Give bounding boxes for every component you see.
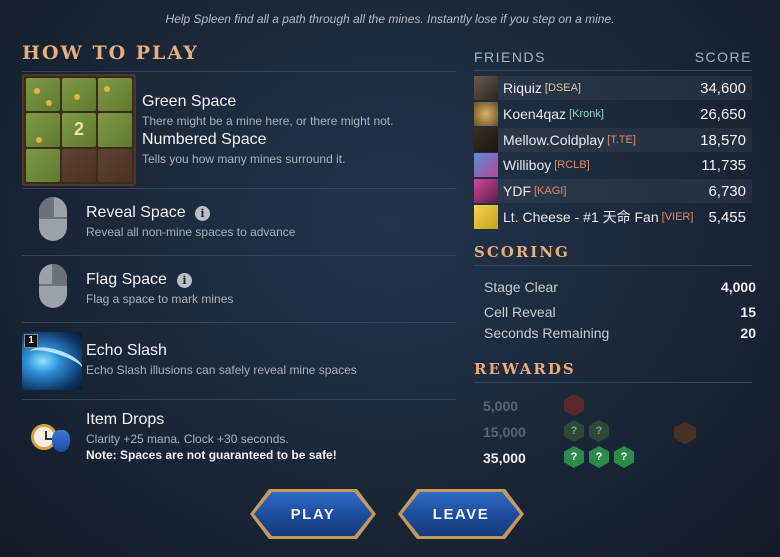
friend-row[interactable]: Koen4qaz [Kronk] 26,650: [474, 102, 752, 126]
green-cell: [62, 78, 96, 112]
leave-button-label[interactable]: LEAVE: [402, 492, 520, 536]
green-cell: [26, 148, 60, 182]
green-space-title: Green Space: [142, 93, 237, 110]
divider: [474, 70, 752, 71]
info-icon[interactable]: i: [177, 273, 192, 288]
stage-clear-label: Stage Clear: [484, 279, 558, 295]
friend-name: Koen4qaz: [503, 106, 567, 122]
revealed-cell: [98, 148, 132, 182]
reward-threshold: 15,000: [483, 424, 526, 440]
friend-row[interactable]: Riquiz [DSEA] 34,600: [474, 76, 752, 100]
friend-name: Mellow.Coldplay: [503, 132, 605, 148]
avatar: [474, 76, 498, 100]
friend-row[interactable]: Lt. Cheese - #1 天命 Fan [VIER] 5,455: [474, 205, 752, 229]
divider: [474, 265, 752, 266]
reveal-space-desc: Reveal all non-mine spaces to advance: [86, 225, 296, 239]
how-to-play-heading: HOW TO PLAY: [22, 42, 199, 64]
scoring-heading: SCORING: [474, 243, 570, 261]
green-cell: [26, 78, 60, 112]
divider: [22, 322, 456, 323]
revealed-cell: [62, 148, 96, 182]
reward-threshold: 5,000: [483, 398, 519, 414]
avatar: [474, 205, 498, 229]
echo-slash-desc: Echo Slash illusions can safely reveal m…: [86, 363, 357, 377]
instructions-subtitle: Help Spleen find all a path through all …: [165, 12, 615, 26]
friend-row[interactable]: YDF [KAGI] 6,730: [474, 179, 752, 203]
reward-threshold: 35,000: [483, 450, 526, 466]
green-space-desc: There might be a mine here, or there mig…: [142, 114, 394, 128]
friend-score: 26,650: [700, 105, 746, 123]
clarity-potion-icon: [52, 430, 70, 452]
minefield-example-grid: 2: [22, 74, 136, 186]
divider: [22, 188, 456, 189]
stage-clear-value: 4,000: [720, 279, 756, 295]
friend-name: YDF: [503, 183, 531, 199]
green-cell: [98, 113, 132, 147]
cell-reveal-label: Cell Reveal: [484, 304, 556, 320]
info-icon[interactable]: i: [195, 206, 210, 221]
echo-slash-ability-icon: 1: [22, 332, 82, 390]
friend-team-tag: [T.TE]: [607, 134, 636, 146]
score-header: SCORE: [694, 49, 752, 65]
friend-score: 11,735: [701, 156, 746, 174]
friend-score: 18,570: [700, 131, 746, 149]
item-drops-note: Note: Spaces are not guaranteed to be sa…: [86, 448, 337, 462]
avatar: [474, 128, 498, 152]
avatar: [474, 153, 498, 177]
item-drops-desc: Clarity +25 mana. Clock +30 seconds.: [86, 432, 289, 446]
friend-name: Williboy: [503, 157, 552, 173]
avatar: [474, 102, 498, 126]
play-button-label[interactable]: PLAY: [254, 492, 372, 536]
friend-team-tag: [Kronk]: [569, 108, 604, 120]
mystery-reward-icon: ?: [614, 446, 634, 468]
mystery-reward-icon: ?: [564, 420, 584, 442]
green-cell: [98, 78, 132, 112]
friend-name: Riquiz: [503, 80, 542, 96]
friend-team-tag: [DSEA]: [544, 82, 581, 94]
mouse-right-click-icon: [39, 264, 67, 308]
numbered-space-title: Numbered Space: [142, 131, 267, 148]
friend-team-tag: [RCLB]: [554, 159, 590, 171]
seconds-remaining-label: Seconds Remaining: [484, 325, 610, 341]
mystery-reward-icon: ?: [564, 446, 584, 468]
friend-score: 6,730: [708, 182, 746, 200]
leave-button[interactable]: LEAVE: [398, 489, 524, 539]
mine-count-number: 2: [73, 119, 84, 140]
echo-slash-title: Echo Slash: [86, 342, 167, 359]
mouse-left-click-icon: [39, 197, 67, 241]
friends-header: FRIENDS: [474, 49, 546, 65]
flag-space-title: Flag Space: [86, 271, 167, 288]
friend-team-tag: [KAGI]: [534, 185, 567, 197]
seconds-remaining-value: 20: [740, 325, 756, 341]
divider: [474, 382, 752, 383]
play-button[interactable]: PLAY: [250, 489, 376, 539]
flag-space-desc: Flag a space to mark mines: [86, 292, 234, 306]
rewards-heading: REWARDS: [474, 360, 576, 378]
mystery-reward-icon: ?: [589, 420, 609, 442]
friend-row[interactable]: Williboy [RCLB] 11,735: [474, 153, 752, 177]
green-cell: [26, 113, 60, 147]
friend-name: Lt. Cheese - #1 天命 Fan: [503, 209, 659, 225]
item-drops-title: Item Drops: [86, 411, 165, 428]
numbered-cell: 2: [62, 113, 96, 147]
numbered-space-desc: Tells you how many mines surround it.: [142, 152, 346, 166]
divider: [22, 71, 456, 72]
creature-reward-icon: [674, 422, 696, 444]
friend-score: 34,600: [700, 79, 746, 97]
reward-locked-icon: [564, 394, 584, 416]
avatar: [474, 179, 498, 203]
divider: [22, 399, 456, 400]
friend-row[interactable]: Mellow.Coldplay [T.TE] 18,570: [474, 128, 752, 152]
ability-level-badge: 1: [24, 334, 38, 348]
mystery-reward-icon: ?: [589, 446, 609, 468]
friend-score: 5,455: [708, 208, 746, 226]
friend-team-tag: [VIER]: [661, 211, 694, 223]
divider: [22, 255, 456, 256]
cell-reveal-value: 15: [740, 304, 756, 320]
reveal-space-title: Reveal Space: [86, 204, 186, 221]
